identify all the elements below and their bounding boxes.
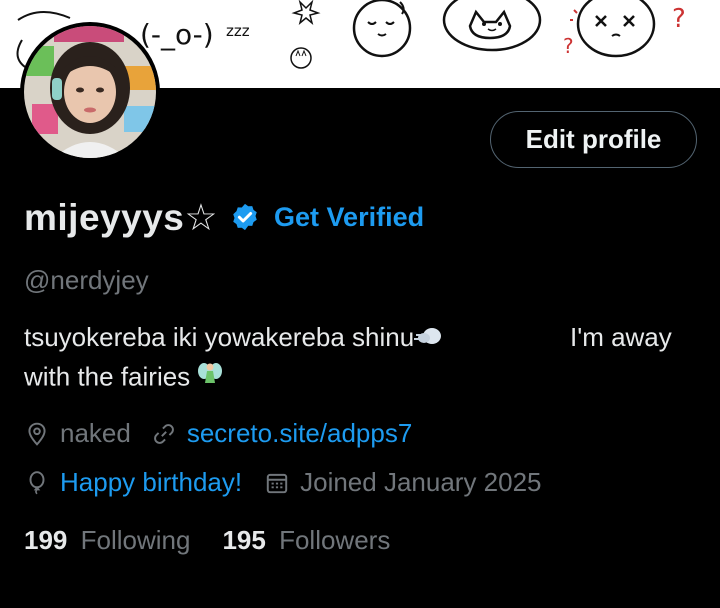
following-link[interactable]: 199 Following [24,525,190,556]
followers-count: 195 [222,525,266,555]
fairy-emoji-icon [197,361,223,396]
balloon-icon [24,470,50,496]
avatar[interactable] [20,22,160,162]
user-handle: @nerdyjey [24,265,149,295]
avatar-photo [24,26,156,158]
verified-badge-icon[interactable] [230,202,260,232]
birthday-link[interactable]: Happy birthday! [60,467,242,498]
followers-link[interactable]: 195 Followers [222,525,390,556]
display-name: mijeyyys☆ [24,196,219,238]
bio-text: with the fairies [24,361,191,392]
profile-meta-row-1: naked secreto.site/adpps7 [24,418,412,449]
edit-profile-button[interactable]: Edit profile [490,111,697,168]
dash-emoji-icon [414,323,442,356]
profile-name-row: mijeyyys☆ Get Verified [24,192,424,242]
zzz-doodle: zzz [226,22,250,40]
calendar-icon [264,470,290,496]
location-pin-icon [24,421,50,447]
profile-meta-row-2: Happy birthday! Joined January 2025 [24,467,542,498]
bio-text: I'm away [570,322,672,352]
bio-line-1: tsuyokereba iki yowakereba shinu [24,322,442,356]
following-label: Following [80,525,191,555]
followers-label: Followers [279,525,391,555]
question-mark-doodle: ? [672,4,686,34]
location-text: naked [60,418,131,448]
follow-stats: 199 Following 195 Followers [24,525,390,556]
link-icon [151,421,177,447]
bio-line-2: with the fairies [24,361,223,396]
website-link[interactable]: secreto.site/adpps7 [187,418,412,449]
sleepy-face-doodle: (-_o-) [140,18,214,51]
get-verified-link[interactable]: Get Verified [274,202,424,233]
question-mark-doodle: ? [563,34,574,58]
following-count: 199 [24,525,68,555]
bio-text: tsuyokereba iki yowakereba shinu [24,322,415,352]
joined-date: Joined January 2025 [300,467,542,497]
